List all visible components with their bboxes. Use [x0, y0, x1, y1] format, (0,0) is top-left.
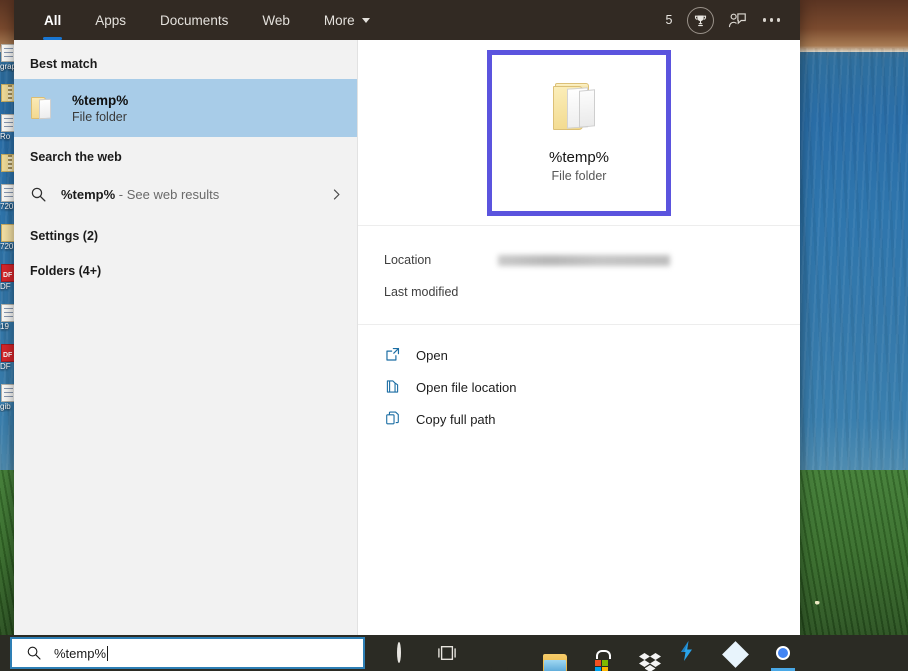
folder-icon [30, 95, 58, 121]
metadata-key: Last modified [384, 285, 498, 299]
search-the-web-header: Search the web [14, 137, 357, 172]
preview-highlight-card: %temp% File folder [487, 50, 671, 216]
search-body: Best match %temp% File folder Search the… [14, 40, 800, 636]
metadata-value-redacted [498, 255, 670, 266]
result-groups: Settings (2)Folders (4+) [14, 216, 357, 286]
best-match-title: %temp% [72, 93, 128, 108]
search-filter-tabs: All Apps Documents Web More [14, 0, 387, 40]
preview-title: %temp% [549, 149, 609, 166]
copy-icon [384, 410, 402, 428]
folder-open-icon [384, 378, 402, 396]
web-result-suffix: - See web results [115, 187, 219, 202]
search-flyout: All Apps Documents Web More 5 [14, 0, 800, 636]
tab-more[interactable]: More [307, 0, 387, 40]
tab-label: Apps [95, 13, 126, 28]
preview-actions: Open Open file location Copy full path [358, 325, 800, 435]
metadata-key: Location [384, 253, 498, 267]
folder-icon [551, 82, 607, 134]
action-label: Copy full path [416, 412, 496, 427]
preview-panel: %temp% File folder Location Last modified… [358, 40, 800, 636]
taskbar-buttons [375, 635, 807, 671]
result-group-header[interactable]: Folders (4+) [14, 251, 357, 286]
taskbar: %temp% [0, 635, 908, 671]
active-tab-indicator [43, 37, 62, 40]
preview-hero-zone: %temp% File folder [358, 40, 800, 226]
cortana-button[interactable] [375, 635, 423, 671]
action-open-file-location[interactable]: Open file location [358, 371, 800, 403]
chrome-button[interactable] [759, 635, 807, 671]
best-match-subtitle: File folder [72, 110, 128, 124]
metadata-row: Last modified [358, 276, 800, 308]
lightning-app-button[interactable] [663, 635, 711, 671]
chevron-right-icon[interactable] [330, 188, 343, 201]
text-cursor [107, 646, 108, 661]
action-copy-full-path[interactable]: Copy full path [358, 403, 800, 435]
ellipsis-icon[interactable] [761, 12, 783, 28]
tab-all[interactable]: All [27, 0, 78, 40]
web-result-query: %temp% [61, 187, 115, 202]
action-label: Open [416, 348, 448, 363]
taskbar-search-box[interactable]: %temp% [10, 637, 365, 669]
best-match-header: Best match [14, 44, 357, 79]
web-result-label: %temp% - See web results [61, 187, 219, 202]
tab-label: All [44, 13, 61, 28]
best-match-result-row[interactable]: %temp% File folder [14, 79, 357, 137]
metadata-row: Location [358, 244, 800, 276]
result-group-header[interactable]: Settings (2) [14, 216, 357, 251]
tab-apps[interactable]: Apps [78, 0, 143, 40]
tab-label: Web [262, 13, 290, 28]
chevron-down-icon [362, 18, 370, 23]
tab-label: More [324, 13, 355, 28]
task-view-icon [436, 644, 458, 662]
edge-button[interactable] [471, 635, 519, 671]
web-result-row[interactable]: %temp% - See web results [14, 172, 357, 216]
file-explorer-button[interactable] [519, 635, 567, 671]
mail-button[interactable] [711, 635, 759, 671]
trophy-icon[interactable] [687, 7, 714, 34]
open-external-icon [384, 346, 402, 364]
dropbox-button[interactable] [615, 635, 663, 671]
search-header: All Apps Documents Web More 5 [14, 0, 800, 40]
tab-web[interactable]: Web [245, 0, 307, 40]
search-results-panel: Best match %temp% File folder Search the… [14, 40, 358, 636]
search-icon [26, 645, 42, 661]
tab-documents[interactable]: Documents [143, 0, 245, 40]
header-right-controls: 5 [666, 7, 800, 34]
action-label: Open file location [416, 380, 516, 395]
search-icon [30, 186, 47, 203]
lightning-bolt-icon [677, 640, 697, 667]
preview-subtitle: File folder [552, 169, 607, 183]
tab-label: Documents [160, 13, 228, 28]
task-view-button[interactable] [423, 635, 471, 671]
feedback-person-icon[interactable] [728, 12, 747, 29]
microsoft-store-button[interactable] [567, 635, 615, 671]
cortana-circle-icon [397, 644, 401, 662]
rewards-points: 5 [666, 13, 673, 27]
search-input[interactable]: %temp% [54, 646, 108, 661]
preview-metadata: Location Last modified [358, 226, 800, 325]
action-open[interactable]: Open [358, 339, 800, 371]
